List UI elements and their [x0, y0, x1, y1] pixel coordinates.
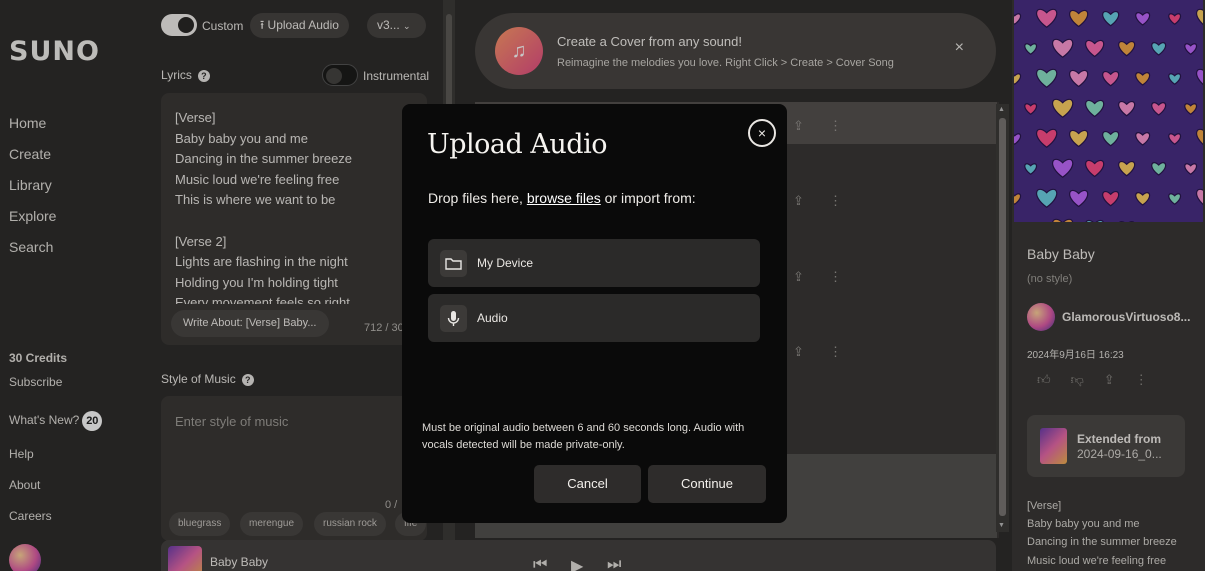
drop-suffix: or import from:: [600, 190, 696, 206]
browse-files-link[interactable]: browse files: [527, 190, 601, 206]
dialog-title: Upload Audio: [427, 129, 607, 160]
cancel-button[interactable]: Cancel: [534, 465, 641, 503]
microphone-icon: [440, 305, 467, 332]
drop-prefix: Drop files here,: [428, 190, 527, 206]
my-device-label: My Device: [477, 256, 534, 270]
folder-icon: [440, 250, 467, 277]
audio-option[interactable]: Audio: [428, 294, 760, 342]
audio-label: Audio: [477, 311, 508, 325]
drop-zone-text: Drop files here, browse files or import …: [428, 190, 696, 206]
continue-button[interactable]: Continue: [648, 465, 766, 503]
my-device-option[interactable]: My Device: [428, 239, 760, 287]
upload-requirements-note: Must be original audio between 6 and 60 …: [422, 422, 745, 451]
upload-audio-dialog: Upload Audio × Drop files here, browse f…: [402, 104, 787, 523]
close-icon[interactable]: ×: [748, 119, 776, 147]
